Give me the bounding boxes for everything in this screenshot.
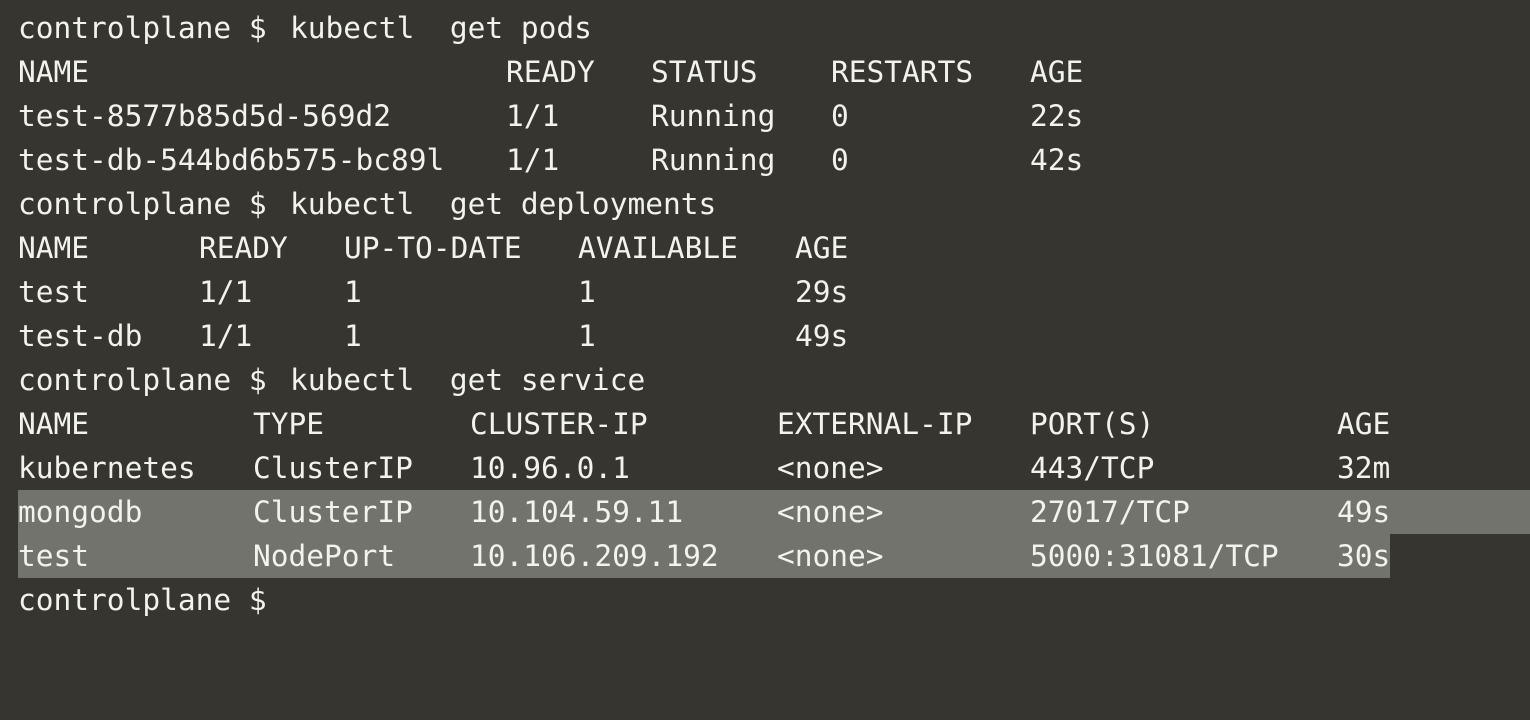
table-cell: test-8577b85d5d-569d2 [18, 99, 391, 133]
prompt: controlplane $ [18, 363, 267, 397]
table-cell: test [18, 539, 90, 573]
table-row: kubernetes ClusterIP 10.96.0.1 <none> 44… [0, 446, 1530, 490]
column-header: AGE [1030, 55, 1084, 89]
table-cell: mongodb [18, 495, 143, 529]
column-header: READY [506, 55, 595, 89]
table-cell: <none> [777, 451, 884, 485]
table-cell: 29s [795, 275, 849, 309]
services-header-row: NAME TYPE CLUSTER-IP EXTERNAL-IP PORT(S)… [0, 402, 1530, 446]
table-cell: 1 [578, 319, 596, 353]
prompt: controlplane $ [18, 187, 267, 221]
terminal-window[interactable]: controlplane $ kubectl get pods NAME REA… [0, 0, 1530, 720]
table-cell: 10.96.0.1 [470, 451, 630, 485]
table-row: test-db-544bd6b575-bc89l 1/1 Running 0 4… [0, 138, 1530, 182]
column-header: AVAILABLE [578, 231, 738, 265]
column-header: UP-TO-DATE [344, 231, 522, 265]
table-row: test-8577b85d5d-569d2 1/1 Running 0 22s [0, 94, 1530, 138]
table-cell: 10.106.209.192 [470, 539, 719, 573]
table-cell: 1/1 [506, 99, 560, 133]
table-cell: 27017/TCP [1030, 495, 1190, 529]
table-cell: test-db-544bd6b575-bc89l [18, 143, 445, 177]
table-cell: 42s [1030, 143, 1084, 177]
table-cell: Running [651, 143, 776, 177]
column-header: CLUSTER-IP [470, 407, 648, 441]
table-cell: 1 [578, 275, 596, 309]
prompt: controlplane $ [18, 11, 267, 45]
column-header: STATUS [651, 55, 758, 89]
table-cell: 1/1 [199, 319, 253, 353]
column-header: EXTERNAL-IP [777, 407, 973, 441]
table-cell: <none> [777, 495, 884, 529]
table-cell: 5000:31081/TCP [1030, 539, 1279, 573]
column-header: RESTARTS [831, 55, 974, 89]
command-line[interactable]: controlplane $ [0, 578, 1530, 622]
column-header: NAME [18, 55, 90, 89]
command-line: controlplane $ kubectl get deployments [0, 182, 1530, 226]
command-line: controlplane $ kubectl get pods [0, 6, 1530, 50]
column-header: NAME [18, 407, 90, 441]
command-text: kubectl get pods [290, 11, 592, 45]
table-row: test-db 1/1 1 1 49s [0, 314, 1530, 358]
table-cell: Running [651, 99, 776, 133]
column-header: READY [199, 231, 288, 265]
table-cell: test [18, 275, 90, 309]
table-cell: kubernetes [18, 451, 196, 485]
column-header: NAME [18, 231, 90, 265]
command-line: controlplane $ kubectl get service [0, 358, 1530, 402]
table-cell: NodePort [253, 539, 396, 573]
table-cell: 32m [1337, 451, 1391, 485]
command-text: kubectl get deployments [290, 187, 717, 221]
table-cell: ClusterIP [253, 451, 413, 485]
table-cell: 1 [344, 319, 362, 353]
column-header: AGE [795, 231, 849, 265]
table-cell: ClusterIP [253, 495, 413, 529]
table-cell: 10.104.59.11 [470, 495, 684, 529]
table-row: mongodb ClusterIP 10.104.59.11 <none> 27… [0, 490, 1530, 534]
column-header: TYPE [253, 407, 325, 441]
table-cell: 49s [1337, 495, 1391, 529]
command-text: kubectl get service [290, 363, 646, 397]
table-cell: 1/1 [199, 275, 253, 309]
table-row: test 1/1 1 1 29s [0, 270, 1530, 314]
table-cell: <none> [777, 539, 884, 573]
pods-header-row: NAME READY STATUS RESTARTS AGE [0, 50, 1530, 94]
table-cell: test-db [18, 319, 143, 353]
table-cell: 22s [1030, 99, 1084, 133]
column-header: PORT(S) [1030, 407, 1155, 441]
table-cell: 443/TCP [1030, 451, 1155, 485]
table-cell: 0 [831, 143, 849, 177]
table-row: test NodePort 10.106.209.192 <none> 5000… [0, 534, 1530, 578]
table-cell: 0 [831, 99, 849, 133]
column-header: AGE [1337, 407, 1391, 441]
table-cell: 30s [1337, 539, 1391, 573]
deployments-header-row: NAME READY UP-TO-DATE AVAILABLE AGE [0, 226, 1530, 270]
prompt: controlplane $ [18, 583, 267, 617]
table-cell: 1 [344, 275, 362, 309]
table-cell: 49s [795, 319, 849, 353]
table-cell: 1/1 [506, 143, 560, 177]
